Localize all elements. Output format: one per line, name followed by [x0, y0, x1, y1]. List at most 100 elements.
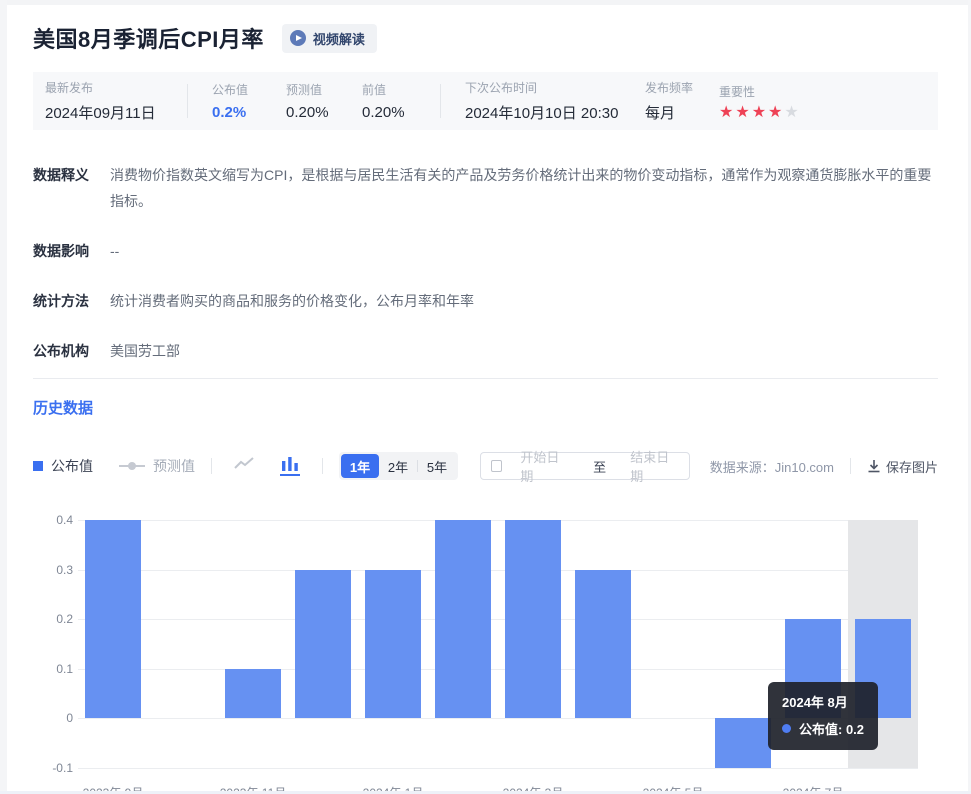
bar-chart-active-underline: [280, 474, 300, 476]
page-edge-left: [0, 0, 7, 794]
history-data-link[interactable]: 历史数据: [33, 397, 938, 418]
divider: [211, 458, 212, 474]
date-to-label: 至: [593, 457, 606, 476]
source-area: 数据来源：Jin10.com 保存图片: [710, 457, 938, 476]
published-value: 0.2%: [212, 104, 258, 121]
published-group: 公布值 0.2%: [212, 81, 258, 121]
y-axis-label-0.1: 0.1: [33, 662, 73, 676]
play-icon: [290, 30, 306, 46]
stars-empty: ★: [784, 104, 800, 121]
method-label: 统计方法: [33, 288, 97, 314]
impact-row: 数据影响 --: [33, 238, 938, 264]
importance-stars: ★★★★★: [719, 106, 801, 120]
agency-label: 公布机构: [33, 338, 97, 364]
bar-2023年 12月[interactable]: [295, 570, 351, 719]
bar-chart-icon: [281, 457, 299, 471]
frequency-label: 发布频率: [645, 79, 701, 96]
page-edge-top: [0, 0, 971, 5]
definition-row: 数据释义 消费物价指数英文缩写为CPI，是根据与居民生活有关的产品及劳务价格统计…: [33, 162, 938, 214]
description-sections: 数据释义 消费物价指数英文缩写为CPI，是根据与居民生活有关的产品及劳务价格统计…: [33, 162, 938, 364]
latest-release-label: 最新发布: [45, 79, 187, 96]
tooltip-title: 2024年 8月: [782, 692, 864, 711]
bar-2024年 1月[interactable]: [365, 570, 421, 719]
save-image-label: 保存图片: [886, 457, 938, 476]
previous-group: 前值 0.20%: [362, 81, 414, 121]
method-text: 统计消费者购买的商品和服务的价格变化，公布月率和年率: [110, 288, 474, 314]
video-badge-label: 视频解读: [313, 29, 365, 48]
calendar-icon: [491, 460, 502, 472]
latest-release-group: 最新发布 2024年09月11日: [45, 79, 187, 123]
tooltip-value: 公布值: 0.2: [799, 719, 864, 738]
date-range-picker[interactable]: 开始日期 至 结束日期: [480, 452, 690, 480]
bar-2024年 2月[interactable]: [435, 520, 491, 718]
plot-area: 2024年 8月 公布值: 0.2 2023年 9月2023年 11月2024年…: [78, 520, 918, 768]
end-date-input[interactable]: 结束日期: [630, 447, 679, 485]
page-title: 美国8月季调后CPI月率: [33, 22, 264, 54]
method-row: 统计方法 统计消费者购买的商品和服务的价格变化，公布月率和年率: [33, 288, 938, 314]
bar-2024年 4月[interactable]: [575, 570, 631, 719]
line-chart-active-underline: [234, 474, 254, 476]
y-axis-label-0.2: 0.2: [33, 612, 73, 626]
info-bar: 最新发布 2024年09月11日 公布值 0.2% 预测值 0.20% 前值 0…: [33, 72, 938, 130]
next-release-group: 下次公布时间 2024年10月10日 20:30: [465, 79, 629, 123]
y-axis-label-0.4: 0.4: [33, 513, 73, 527]
gridline-0.3: [78, 570, 918, 571]
legend-published-label: 公布值: [51, 456, 93, 476]
stars-filled: ★★★★: [719, 104, 784, 121]
legend-forecast-label: 预测值: [153, 456, 195, 476]
legend-forecast[interactable]: 预测值: [119, 456, 195, 476]
y-axis-label-0: 0: [33, 711, 73, 725]
gridline--0.1: [78, 768, 918, 769]
forecast-value: 0.20%: [286, 104, 338, 121]
legend-published[interactable]: 公布值: [33, 456, 93, 476]
agency-row: 公布机构 美国劳工部: [33, 338, 938, 364]
video-explain-button[interactable]: 视频解读: [282, 24, 377, 53]
bar-chart-toggle[interactable]: [274, 457, 306, 476]
header: 美国8月季调后CPI月率 视频解读: [33, 22, 938, 54]
divider: [322, 458, 323, 474]
period-toggle-group: 1年 2年 5年: [339, 452, 458, 480]
main-content: 美国8月季调后CPI月率 视频解读 最新发布 2024年09月11日 公布值 0…: [0, 0, 971, 794]
period-2y-button[interactable]: 2年: [379, 454, 417, 478]
legend-published-swatch: [33, 461, 43, 471]
forecast-group: 预测值 0.20%: [286, 81, 338, 121]
impact-label: 数据影响: [33, 238, 97, 264]
bar-2024年 6月[interactable]: [715, 718, 771, 768]
impact-text: --: [110, 238, 119, 264]
frequency-group: 发布频率 每月: [645, 79, 701, 123]
section-divider: [33, 378, 938, 379]
legend-forecast-swatch: [119, 461, 145, 471]
save-image-button[interactable]: 保存图片: [867, 457, 938, 476]
bar-2023年 11月[interactable]: [225, 669, 281, 719]
bar-2024年 3月[interactable]: [505, 520, 561, 718]
published-label: 公布值: [212, 81, 258, 98]
start-date-input[interactable]: 开始日期: [520, 447, 569, 485]
agency-text: 美国劳工部: [110, 338, 180, 364]
divider: [850, 458, 851, 474]
tooltip-series-dot: [782, 724, 791, 733]
divider: [187, 84, 188, 118]
period-5y-button[interactable]: 5年: [418, 454, 456, 478]
importance-label: 重要性: [719, 83, 801, 100]
definition-text: 消费物价指数英文缩写为CPI，是根据与居民生活有关的产品及劳务价格统计出来的物价…: [110, 162, 938, 214]
period-1y-button[interactable]: 1年: [341, 454, 379, 478]
y-axis-label-0.3: 0.3: [33, 563, 73, 577]
next-release-label: 下次公布时间: [465, 79, 629, 96]
bar-2023年 9月[interactable]: [85, 520, 141, 718]
definition-label: 数据释义: [33, 162, 97, 214]
previous-value: 0.20%: [362, 104, 414, 121]
divider: [440, 84, 441, 118]
line-chart-icon: [234, 457, 254, 471]
next-release-value: 2024年10月10日 20:30: [465, 102, 629, 123]
download-icon: [867, 459, 881, 473]
chart-controls: 公布值 预测值 1年 2年: [33, 452, 938, 480]
frequency-value: 每月: [645, 102, 701, 123]
gridline-0.4: [78, 520, 918, 521]
line-chart-toggle[interactable]: [228, 457, 260, 476]
y-axis-label--0.1: -0.1: [33, 761, 73, 775]
forecast-label: 预测值: [286, 81, 338, 98]
importance-group: 重要性 ★★★★★: [719, 83, 801, 120]
history-chart: 2024年 8月 公布值: 0.2 2023年 9月2023年 11月2024年…: [33, 520, 938, 794]
chart-tooltip: 2024年 8月 公布值: 0.2: [768, 682, 878, 750]
latest-release-value: 2024年09月11日: [45, 102, 187, 123]
